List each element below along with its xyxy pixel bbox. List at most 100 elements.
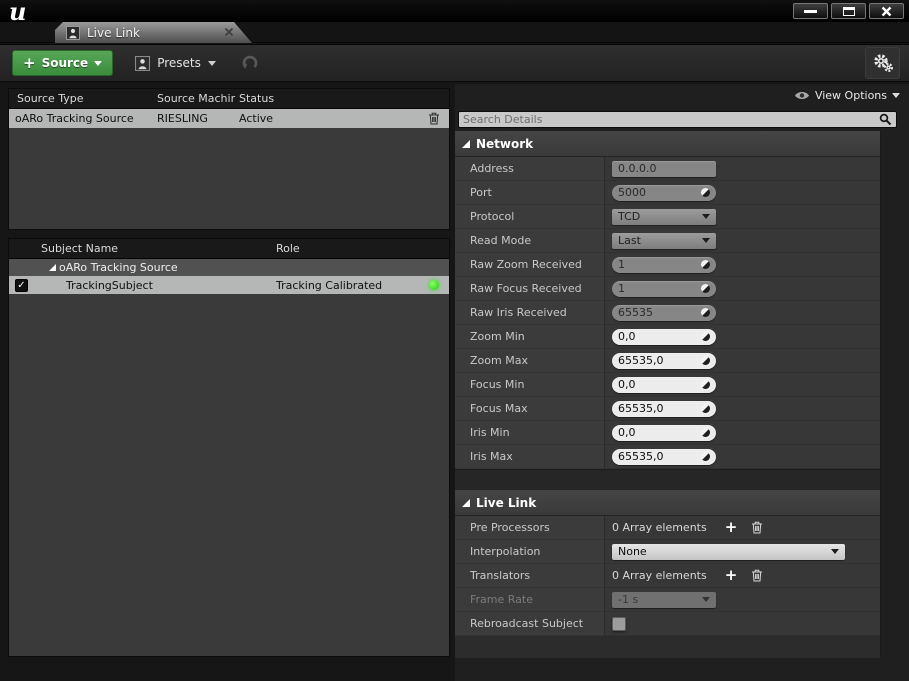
interpolation-dropdown[interactable]: None bbox=[612, 544, 845, 560]
spinner-icon[interactable] bbox=[701, 380, 710, 389]
subject-group-label: oARo Tracking Source bbox=[59, 261, 178, 274]
spinner-icon[interactable] bbox=[701, 452, 710, 461]
property-label-text: Focus Min bbox=[470, 378, 524, 391]
clear-array-button[interactable] bbox=[751, 569, 763, 582]
details-row-rebroadcast-subject: Rebroadcast Subject bbox=[455, 612, 880, 636]
property-value: 0 Array elements+ bbox=[605, 516, 880, 540]
col-status[interactable]: Status bbox=[239, 92, 419, 105]
tab-close-icon[interactable] bbox=[223, 26, 235, 38]
value-text: 0,0 bbox=[618, 330, 636, 343]
property-label-text: Raw Focus Received bbox=[470, 282, 582, 295]
raw-zoom-received-field[interactable]: 1 bbox=[612, 257, 716, 273]
subject-row[interactable]: ✓ TrackingSubject Tracking Calibrated bbox=[9, 276, 449, 294]
source-machine-cell: RIESLING bbox=[157, 112, 239, 125]
col-source-type[interactable]: Source Type bbox=[9, 92, 157, 105]
delete-source-icon[interactable] bbox=[428, 112, 440, 125]
details-row-protocol: ProtocolTCD bbox=[455, 205, 880, 229]
property-label: Frame Rate bbox=[455, 588, 605, 612]
details-row-iris-min: Iris Min0,0 bbox=[455, 421, 880, 445]
sources-table-header: Source Type Source Machir Status bbox=[9, 89, 449, 109]
spinner-icon[interactable] bbox=[701, 428, 710, 437]
subject-group-row[interactable]: oARo Tracking Source bbox=[9, 259, 449, 276]
trash-icon bbox=[751, 521, 763, 534]
property-label: Focus Min bbox=[455, 373, 605, 397]
add-array-element-button[interactable]: + bbox=[725, 568, 738, 583]
search-details-input[interactable] bbox=[463, 113, 879, 126]
col-role[interactable]: Role bbox=[276, 242, 419, 255]
spinner-icon[interactable] bbox=[701, 188, 710, 197]
spinner-icon[interactable] bbox=[701, 332, 710, 341]
property-label-text: Iris Max bbox=[470, 450, 513, 463]
property-label-text: Zoom Min bbox=[470, 330, 525, 343]
title-bar bbox=[0, 0, 909, 22]
focus-max-field[interactable]: 65535,0 bbox=[612, 401, 716, 417]
chevron-down-icon bbox=[702, 597, 710, 602]
chevron-down-icon bbox=[94, 61, 102, 66]
maximize-button[interactable] bbox=[831, 3, 866, 19]
col-source-machine[interactable]: Source Machir bbox=[157, 92, 239, 105]
toolbar: + Source Presets bbox=[0, 44, 909, 82]
value-text: -1 s bbox=[618, 593, 638, 606]
add-source-button[interactable]: + Source bbox=[12, 50, 113, 76]
property-label: Interpolation bbox=[455, 540, 605, 564]
minimize-button[interactable] bbox=[793, 3, 828, 19]
spinner-icon[interactable] bbox=[701, 356, 710, 365]
value-text: 65535 bbox=[618, 306, 653, 319]
close-button[interactable] bbox=[869, 3, 904, 19]
frame-rate-dropdown[interactable]: -1 s bbox=[612, 592, 716, 608]
presets-button-label: Presets bbox=[157, 56, 201, 70]
col-subject-name[interactable]: Subject Name bbox=[9, 242, 276, 255]
add-array-element-button[interactable]: + bbox=[725, 520, 738, 535]
subject-enabled-checkbox[interactable]: ✓ bbox=[15, 279, 28, 292]
revert-button[interactable] bbox=[240, 54, 259, 72]
property-value: 65535,0 bbox=[605, 445, 880, 469]
raw-iris-received-field[interactable]: 65535 bbox=[612, 305, 716, 321]
undo-icon bbox=[240, 54, 259, 72]
details-row-zoom-max: Zoom Max65535,0 bbox=[455, 349, 880, 373]
value-text: TCD bbox=[618, 210, 640, 223]
close-icon bbox=[881, 6, 892, 17]
zoom-max-field[interactable]: 65535,0 bbox=[612, 353, 716, 369]
clear-array-button[interactable] bbox=[751, 521, 763, 534]
presets-button[interactable]: Presets bbox=[135, 56, 216, 71]
source-row[interactable]: oARo Tracking Source RIESLING Active bbox=[9, 109, 449, 128]
property-value: -1 s bbox=[605, 588, 880, 612]
raw-focus-received-field[interactable]: 1 bbox=[612, 281, 716, 297]
chevron-down-icon bbox=[831, 549, 839, 554]
spinner-icon[interactable] bbox=[701, 260, 710, 269]
iris-max-field[interactable]: 65535,0 bbox=[612, 449, 716, 465]
details-row-frame-rate: Frame Rate -1 s bbox=[455, 588, 880, 612]
section-header-live-link[interactable]: Live Link bbox=[455, 490, 880, 516]
property-label: Translators bbox=[455, 564, 605, 588]
view-options-button[interactable]: View Options bbox=[794, 89, 900, 102]
details-row-translators: Translators0 Array elements+ bbox=[455, 564, 880, 588]
property-label: Pre Processors bbox=[455, 516, 605, 540]
search-details-box bbox=[458, 111, 897, 128]
address-field[interactable]: 0.0.0.0 bbox=[612, 161, 716, 177]
section-header-network[interactable]: Network bbox=[455, 131, 880, 157]
settings-button[interactable] bbox=[865, 47, 900, 79]
spinner-icon[interactable] bbox=[701, 404, 710, 413]
value-text: None bbox=[618, 545, 647, 558]
property-label: Raw Iris Received bbox=[455, 301, 605, 325]
focus-min-field[interactable]: 0,0 bbox=[612, 377, 716, 393]
tab-live-link[interactable]: Live Link bbox=[55, 22, 252, 43]
expand-arrow-icon bbox=[462, 140, 470, 148]
value-text: 1 bbox=[618, 282, 625, 295]
expand-arrow-icon[interactable] bbox=[49, 264, 56, 271]
property-value: None bbox=[605, 540, 880, 564]
rebroadcast-subject-checkbox[interactable] bbox=[612, 617, 626, 631]
live-link-window: u Live Link + Source Presets bbox=[0, 0, 909, 681]
property-value: 0,0 bbox=[605, 325, 880, 349]
spinner-icon[interactable] bbox=[701, 284, 710, 293]
protocol-dropdown[interactable]: TCD bbox=[612, 209, 716, 225]
source-type-cell: oARo Tracking Source bbox=[9, 112, 157, 125]
expand-arrow-icon bbox=[462, 499, 470, 507]
port-field[interactable]: 5000 bbox=[612, 185, 716, 201]
read-mode-dropdown[interactable]: Last bbox=[612, 233, 716, 249]
details-row-interpolation: Interpolation None bbox=[455, 540, 880, 564]
iris-min-field[interactable]: 0,0 bbox=[612, 425, 716, 441]
zoom-min-field[interactable]: 0,0 bbox=[612, 329, 716, 345]
section-title: Network bbox=[476, 137, 533, 151]
spinner-icon[interactable] bbox=[701, 308, 710, 317]
